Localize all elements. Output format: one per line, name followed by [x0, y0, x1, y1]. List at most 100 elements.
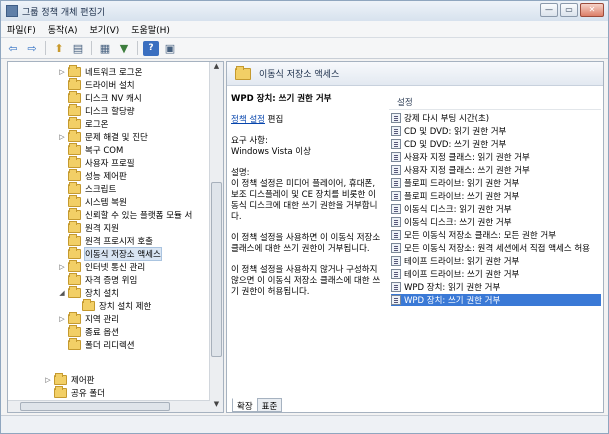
expand-arrow-icon[interactable]: ▷	[58, 315, 66, 323]
requirements-value: Windows Vista 이상	[231, 147, 311, 157]
tab-standard[interactable]: 표준	[256, 398, 283, 412]
tree-item[interactable]: 신뢰할 수 있는 플랫폼 모듈 서	[58, 208, 192, 221]
window-controls: — ▭ ✕	[540, 3, 604, 17]
tree-item[interactable]: ▷ 문제 해결 및 진단	[58, 130, 148, 143]
folder-icon	[68, 169, 81, 181]
tree-item[interactable]: 스크립트	[58, 182, 116, 195]
tree-item[interactable]: 성능 제어판	[58, 169, 127, 182]
tree-item[interactable]: 원격 지원	[58, 221, 119, 234]
minimize-button[interactable]: —	[540, 3, 558, 17]
menu-file[interactable]: 파일(F)	[1, 23, 42, 36]
scroll-up-icon[interactable]: ▲	[210, 62, 223, 74]
tree-item[interactable]: 공유 폴더	[44, 386, 105, 399]
tree-item[interactable]: 자격 증명 위임	[58, 273, 137, 286]
setting-item[interactable]: 플로피 드라이브: 읽기 권한 거부	[391, 177, 601, 189]
folder-icon	[82, 299, 95, 311]
setting-item-selected[interactable]: WPD 장치: 쓰기 권한 거부	[391, 294, 601, 306]
properties-icon[interactable]: ▣	[162, 41, 178, 56]
menu-view[interactable]: 보기(V)	[84, 23, 126, 36]
setting-item[interactable]: 이동식 디스크: 읽기 권한 거부	[391, 203, 601, 215]
menu-bar: 파일(F) 동작(A) 보기(V) 도움말(H)	[1, 21, 608, 38]
folder-open-icon	[68, 286, 81, 298]
folder-icon	[68, 221, 81, 233]
setting-item[interactable]: 모든 이동식 저장소 클래스: 모든 권한 거부	[391, 229, 601, 241]
setting-item[interactable]: 사용자 지정 클래스: 읽기 권한 거부	[391, 151, 601, 163]
content-header: 이동식 저장소 액세스	[227, 62, 603, 86]
tree-item[interactable]: 로그온	[58, 117, 108, 130]
menu-action[interactable]: 동작(A)	[42, 23, 84, 36]
tree-item[interactable]: 사용자 프로필	[58, 156, 135, 169]
setting-item[interactable]: 이동식 디스크: 쓰기 권한 거부	[391, 216, 601, 228]
help-icon[interactable]: ?	[143, 40, 159, 56]
title-bar[interactable]: 그룹 정책 개체 편집기 — ▭ ✕	[1, 1, 608, 21]
tree-item[interactable]: 디스크 할당량	[58, 104, 135, 117]
export-list-icon[interactable]: ▦	[97, 41, 113, 56]
close-button[interactable]: ✕	[580, 3, 604, 17]
tree-item[interactable]: 장치 설치 제한	[72, 299, 151, 312]
setting-item[interactable]: 플로피 드라이브: 쓰기 권한 거부	[391, 190, 601, 202]
folder-icon	[68, 247, 81, 259]
tree-item[interactable]: 종료 옵션	[58, 325, 119, 338]
setting-item[interactable]: 사용자 지정 클래스: 쓰기 권한 거부	[391, 164, 601, 176]
tree-vertical-scrollbar[interactable]: ▲ ▼	[209, 62, 223, 412]
tree-item[interactable]: 원격 프로시저 호출	[58, 234, 153, 247]
tree-item[interactable]: ◢ 장치 설치	[58, 286, 119, 299]
tree-horizontal-scrollbar[interactable]	[8, 400, 210, 412]
tree-item[interactable]: 시스템 복원	[58, 195, 127, 208]
setting-item[interactable]: 테이프 드라이브: 쓰기 권한 거부	[391, 268, 601, 280]
setting-item[interactable]: CD 및 DVD: 읽기 권한 거부	[391, 125, 601, 137]
policy-setting-icon	[391, 256, 401, 266]
tree-item[interactable]: ▷ 네트워크 로그온	[58, 65, 142, 78]
menu-help[interactable]: 도움말(H)	[125, 23, 176, 36]
policy-setting-icon	[391, 191, 401, 201]
tree-item-selected[interactable]: 이동식 저장소 액세스	[58, 247, 162, 261]
requirements-label: 요구 사항:	[231, 136, 268, 146]
tree-item[interactable]: 디스크 NV 캐시	[58, 91, 142, 104]
folder-icon	[68, 104, 81, 116]
filter-icon[interactable]: ▼	[116, 41, 132, 56]
expand-arrow-icon[interactable]: ▷	[44, 376, 52, 384]
policy-setting-icon	[391, 282, 401, 292]
setting-item[interactable]: 테이프 드라이브: 읽기 권한 거부	[391, 255, 601, 267]
tab-extended[interactable]: 확장	[232, 398, 258, 412]
setting-item[interactable]: WPD 장치: 읽기 권한 거부	[391, 281, 601, 293]
tree-item[interactable]: ▷ 지역 관리	[58, 312, 119, 325]
folder-icon	[68, 208, 81, 220]
maximize-button[interactable]: ▭	[560, 3, 578, 17]
folder-icon	[68, 65, 81, 77]
tree-item[interactable]: ▷ 제어판	[44, 373, 94, 386]
scrollbar-thumb[interactable]	[211, 182, 222, 357]
settings-column-header[interactable]: 설정	[389, 96, 601, 110]
tree-item[interactable]: 복구 COM	[58, 143, 123, 156]
setting-item[interactable]: 모든 이동식 저장소: 원격 세션에서 직접 액세스 허용	[391, 242, 601, 254]
forward-arrow-icon[interactable]: ⇨	[24, 41, 40, 56]
scroll-down-icon[interactable]: ▼	[210, 400, 223, 412]
scrollbar-thumb[interactable]	[20, 402, 170, 411]
expand-arrow-icon[interactable]: ▷	[58, 263, 66, 271]
policy-setting-icon	[391, 139, 401, 149]
policy-setting-icon	[391, 269, 401, 279]
explanation-text: 이 정책 설정을 사용하면 이 이동식 저장소 클래스에 대한 쓰기 권한이 거…	[231, 233, 381, 254]
setting-item[interactable]: CD 및 DVD: 쓰기 권한 거부	[391, 138, 601, 150]
content-title: 이동식 저장소 액세스	[259, 70, 340, 80]
tree-item[interactable]: 폴더 리디렉션	[58, 338, 135, 351]
up-folder-icon[interactable]: ⬆	[51, 41, 67, 56]
navigation-tree[interactable]: ▷ 네트워크 로그온 드라이버 설치 디스크 NV 캐시 디스크 할당량 로그온 …	[7, 61, 224, 413]
show-hide-tree-icon[interactable]: ▤	[70, 41, 86, 56]
expand-arrow-icon[interactable]: ▷	[58, 133, 66, 141]
policy-setting-icon	[391, 204, 401, 214]
collapse-arrow-icon[interactable]: ◢	[58, 289, 66, 297]
folder-icon	[68, 182, 81, 194]
tree-item[interactable]: ▷ 인터넷 통신 관리	[58, 260, 145, 273]
edit-policy-link[interactable]: 정책 설정	[231, 115, 265, 125]
folder-icon	[54, 386, 67, 398]
toolbar: ⇦ ⇨ ⬆ ▤ ▦ ▼ ? ▣	[1, 38, 608, 59]
tree-item[interactable]: 드라이버 설치	[58, 78, 135, 91]
expand-arrow-icon[interactable]: ▷	[58, 68, 66, 76]
policy-title: WPD 장치: 쓰기 권한 거부	[231, 94, 332, 104]
setting-item[interactable]: 강제 다시 부팅 시간(초)	[391, 112, 601, 124]
folder-icon	[68, 273, 81, 285]
explanation-label: 설명:	[231, 168, 250, 178]
back-arrow-icon[interactable]: ⇦	[5, 41, 21, 56]
window-title: 그룹 정책 개체 편집기	[22, 7, 106, 18]
